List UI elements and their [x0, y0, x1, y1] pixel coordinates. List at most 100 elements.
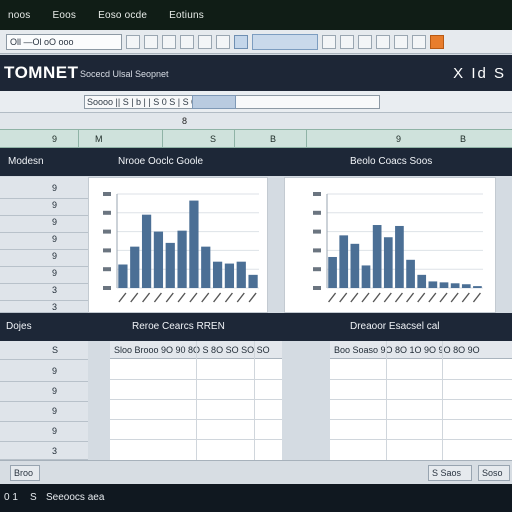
toolbar: Oll —Ol oO ooo [0, 30, 512, 54]
bar[interactable] [461, 284, 471, 288]
bar[interactable] [177, 230, 187, 288]
toolbar-segment[interactable] [252, 33, 318, 50]
toolbar-button-icon[interactable] [162, 34, 176, 49]
y-tick-label [313, 229, 321, 234]
section-header-charts: Modesn Nrooe Ooclc Goole Beolo Coacs Soo… [0, 148, 512, 176]
toolbar-button-icon[interactable] [198, 34, 212, 49]
bar[interactable] [417, 274, 427, 288]
row-header[interactable]: 9 [0, 380, 88, 402]
bar[interactable] [141, 214, 152, 288]
column-label[interactable]: B [270, 134, 276, 144]
toolbar-button-icon[interactable] [180, 34, 194, 49]
x-tick-label [213, 292, 222, 303]
bar[interactable] [130, 246, 140, 288]
bar-chart-left[interactable] [88, 177, 268, 313]
x-tick-label [236, 292, 245, 303]
column-label[interactable]: S [210, 134, 216, 144]
toolbar-button-icon[interactable] [144, 34, 158, 49]
bar[interactable] [473, 286, 482, 288]
data-table-left[interactable]: Sloo Brooo 9O 90 8O S 8O SO SO SO [110, 341, 282, 460]
menu-item-2[interactable]: Eoos [53, 10, 77, 21]
x-tick-label [130, 292, 139, 303]
toolbar-button-icon[interactable] [394, 34, 408, 49]
bar[interactable] [212, 261, 223, 288]
taskbar-icons[interactable]: 0 1 [4, 492, 18, 503]
menu-item-4[interactable]: Eotiuns [169, 10, 204, 21]
highlight-icon[interactable] [430, 34, 444, 49]
toolbar-button-icon[interactable] [322, 34, 336, 49]
x-tick-label [248, 292, 257, 303]
bar[interactable] [189, 200, 199, 288]
bar-chart-right[interactable] [284, 177, 496, 313]
column-label[interactable]: 9 [52, 134, 57, 144]
row-header[interactable]: 3 [0, 440, 88, 460]
toolbar-button-icon[interactable] [216, 34, 230, 49]
bar[interactable] [118, 264, 128, 289]
column-label[interactable]: 9 [396, 134, 401, 144]
y-tick-label [103, 248, 111, 253]
column-divider [306, 130, 307, 147]
x-tick-label [165, 292, 174, 303]
y-tick-label [103, 267, 111, 272]
window-controls[interactable]: X Id S [453, 65, 506, 82]
column-label[interactable]: M [95, 134, 103, 144]
bar[interactable] [406, 259, 415, 288]
bar[interactable] [339, 235, 349, 288]
bar[interactable] [153, 231, 164, 288]
row-header[interactable]: 9 [0, 400, 88, 422]
row-header[interactable]: 9 [0, 360, 88, 382]
toolbar-button-icon[interactable] [412, 34, 426, 49]
y-tick-label [103, 210, 111, 215]
row-number-column: 9 9 9 9 9 9 3 3 [0, 177, 88, 313]
data-table-right[interactable]: Boo Soaso 9O 8O 1O 9O 9O 8O 9O [330, 341, 512, 460]
formula-selection [192, 95, 236, 109]
y-tick-label [313, 286, 321, 290]
taskbar-s[interactable]: S [30, 492, 37, 503]
x-tick-label [177, 292, 186, 303]
menu-bar: noos Eoos Eoso ocde Eotiuns [0, 0, 512, 30]
bar[interactable] [383, 237, 393, 288]
column-divider [78, 130, 79, 147]
x-tick-label [406, 292, 415, 303]
column-header: 9 M S B 9 B [0, 129, 512, 148]
bar[interactable] [361, 265, 371, 288]
name-box[interactable]: Oll —Ol oO ooo [6, 33, 122, 50]
bar[interactable] [224, 263, 235, 288]
x-tick-label [383, 292, 392, 303]
toolbar-button-icon[interactable] [126, 34, 140, 49]
x-tick-label [224, 292, 233, 303]
bar[interactable] [428, 281, 438, 288]
x-tick-label [118, 292, 127, 303]
bar[interactable] [450, 283, 460, 288]
row-header[interactable]: 3 [0, 296, 88, 313]
bar[interactable] [439, 282, 449, 288]
ruler-marker: 8 [182, 116, 188, 126]
toolbar-button-icon[interactable] [376, 34, 390, 49]
bar[interactable] [248, 274, 258, 288]
bar[interactable] [395, 225, 404, 288]
x-tick-label [339, 292, 348, 303]
menu-item-3[interactable]: Eoso ocde [98, 10, 147, 21]
column-label[interactable]: B [460, 134, 466, 144]
row-header[interactable]: 9 [0, 420, 88, 442]
row-header[interactable]: S [0, 341, 88, 360]
formula-bar: Soooo || S | b | | S 0 S | S 0 S | S 0 S [0, 91, 512, 113]
bar[interactable] [236, 261, 246, 288]
taskbar-label: Seeoocs aea [46, 492, 105, 503]
app-title: TOMNET [4, 63, 79, 82]
y-tick-label [103, 286, 111, 290]
bar[interactable] [165, 242, 175, 288]
bar[interactable] [328, 256, 337, 288]
toolbar-button-icon[interactable] [358, 34, 372, 49]
menu-item-1[interactable]: noos [8, 10, 31, 21]
x-tick-label [189, 292, 198, 303]
toolbar-button-icon[interactable] [234, 34, 248, 49]
x-tick-label [428, 292, 437, 303]
bar[interactable] [372, 225, 382, 288]
bar[interactable] [201, 246, 211, 288]
bar[interactable] [350, 243, 360, 288]
status-right-b[interactable]: Soso [478, 465, 510, 481]
status-right-a[interactable]: S Saos [428, 465, 472, 481]
toolbar-button-icon[interactable] [340, 34, 354, 49]
status-left[interactable]: Broo [10, 465, 40, 481]
